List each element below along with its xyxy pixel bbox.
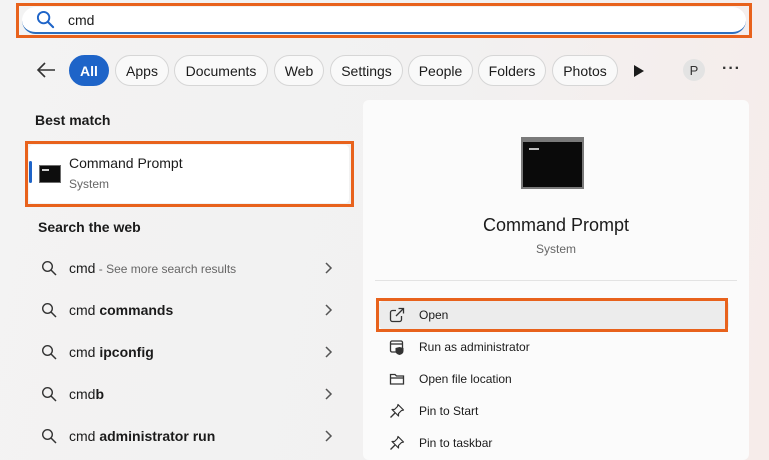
chevron-right-icon	[325, 430, 333, 442]
web-result-prefix: cmd	[69, 428, 100, 444]
shield-admin-icon	[389, 340, 404, 355]
action-run-as-administrator[interactable]: Run as administrator	[379, 333, 729, 361]
scroll-right-icon[interactable]	[634, 65, 644, 77]
filter-chip-all[interactable]: All	[69, 55, 109, 86]
web-result-item[interactable]: cmdb	[29, 375, 349, 413]
chevron-right-icon	[325, 346, 333, 358]
best-match-highlight	[25, 141, 354, 207]
web-result-item[interactable]: cmd commands	[29, 291, 349, 329]
action-label: Pin to Start	[419, 404, 479, 418]
web-result-item[interactable]: cmd administrator run	[29, 417, 349, 455]
web-result-bold: ipconfig	[99, 344, 154, 360]
action-label: Run as administrator	[419, 340, 530, 354]
web-result-prefix: cmd	[69, 260, 96, 276]
filter-chip-documents[interactable]: Documents	[174, 55, 268, 86]
avatar[interactable]: P	[683, 59, 705, 81]
filter-chip-folders[interactable]: Folders	[478, 55, 546, 86]
filter-chip-people[interactable]: People	[408, 55, 473, 86]
search-icon	[41, 260, 57, 276]
search-web-heading: Search the web	[38, 219, 141, 235]
chevron-right-icon	[325, 388, 333, 400]
divider	[375, 280, 737, 281]
search-box-highlight	[16, 3, 752, 38]
back-arrow-icon[interactable]	[36, 61, 56, 79]
detail-subtitle: System	[535, 242, 576, 256]
best-match-heading: Best match	[35, 112, 111, 128]
search-icon	[41, 386, 57, 402]
open-action-highlight	[376, 298, 728, 332]
chevron-right-icon	[325, 262, 333, 274]
web-result-prefix: cmd	[69, 302, 100, 318]
web-result-bold: b	[95, 386, 105, 402]
detail-panel: Command Prompt System Open Run as admini…	[363, 100, 749, 460]
filter-bar: All Apps Documents Web Settings People F…	[0, 54, 769, 88]
action-label: Pin to taskbar	[419, 436, 493, 450]
chevron-right-icon	[325, 304, 333, 316]
web-result-prefix: cmd	[69, 344, 100, 360]
web-result-bold: commands	[99, 302, 174, 318]
web-result-prefix: cmd	[69, 386, 96, 402]
web-result-bold: administrator run	[99, 428, 216, 444]
action-pin-to-taskbar[interactable]: Pin to taskbar	[379, 429, 729, 457]
filter-chip-settings[interactable]: Settings	[330, 55, 403, 86]
pin-icon	[390, 403, 405, 418]
action-pin-to-start[interactable]: Pin to Start	[379, 397, 729, 425]
folder-icon	[389, 373, 405, 385]
action-open-file-location[interactable]: Open file location	[379, 365, 729, 393]
search-icon	[41, 302, 57, 318]
web-result-hint: - See more search results	[95, 262, 237, 276]
more-options-icon[interactable]: ···	[722, 60, 741, 78]
detail-title: Command Prompt	[482, 215, 630, 235]
web-result-item[interactable]: cmd - See more search results	[29, 249, 349, 287]
search-icon	[41, 428, 57, 444]
filter-chip-web[interactable]: Web	[274, 55, 324, 86]
filter-chip-photos[interactable]: Photos	[552, 55, 618, 86]
filter-chip-apps[interactable]: Apps	[115, 55, 169, 86]
action-label: Open file location	[419, 372, 512, 386]
web-result-item[interactable]: cmd ipconfig	[29, 333, 349, 371]
pin-icon	[390, 435, 405, 450]
command-prompt-icon	[521, 137, 584, 189]
search-icon	[41, 344, 57, 360]
